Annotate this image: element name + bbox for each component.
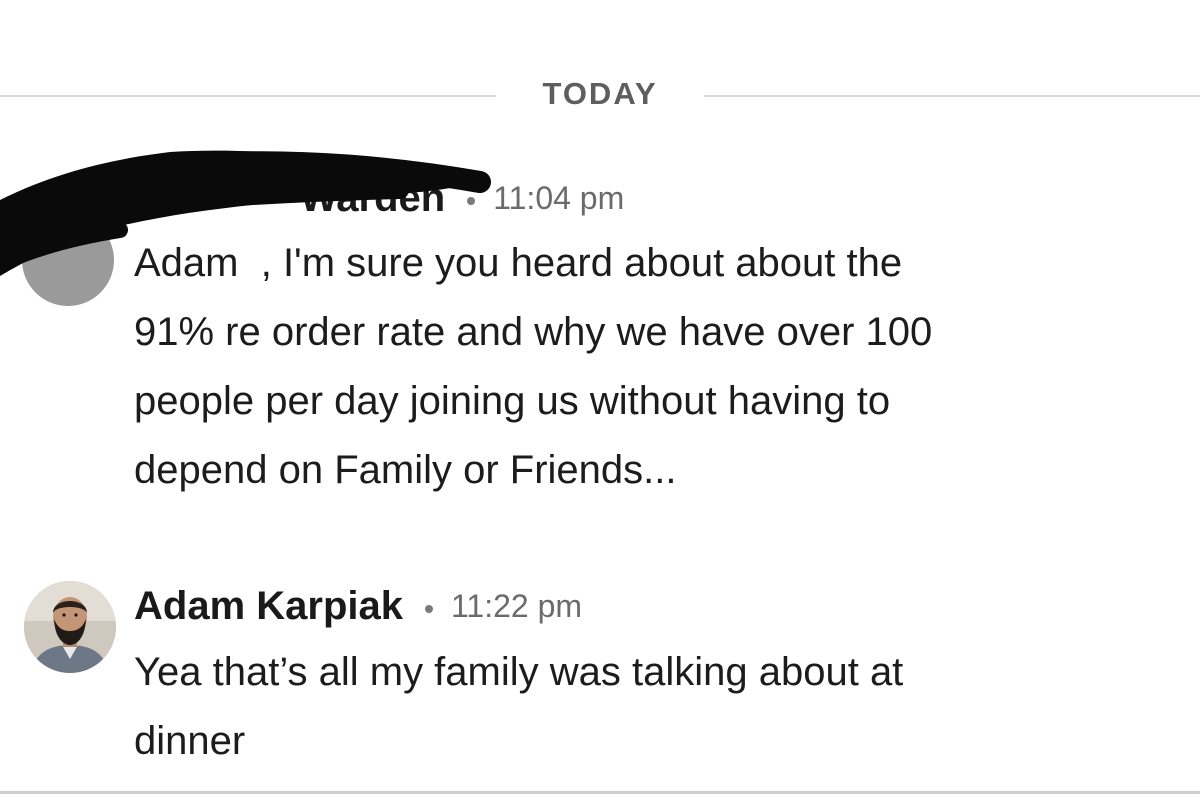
divider-line-left: [0, 95, 496, 97]
message-2-header: Adam Karpiak 11:22 pm: [134, 584, 582, 629]
message-1-line-2: 91% re order rate and why we have over 1…: [134, 310, 933, 354]
message-2-line-1: Yea that’s all my family was talking abo…: [134, 650, 904, 694]
message-2-timestamp: 11:22 pm: [450, 588, 583, 624]
message-1-timestamp: 11:04 pm: [493, 180, 625, 216]
user-avatar-photo: [24, 581, 116, 673]
message-2-line-2: dinner: [134, 719, 246, 763]
message-1-line-1: Adam , I'm sure you heard about about th…: [134, 241, 903, 285]
message-1-line-3: people per day joining us without having…: [134, 379, 891, 423]
message-2-sender-name[interactable]: Adam Karpiak: [134, 584, 403, 629]
bottom-divider: [0, 791, 1200, 794]
date-divider-label: TODAY: [542, 76, 658, 111]
divider-line-right: [704, 95, 1200, 97]
message-1-body: Adam , I'm sure you heard about about th…: [134, 229, 932, 505]
date-divider: TODAY: [0, 72, 1200, 118]
message-1-line-4: depend on Family or Friends...: [134, 448, 677, 492]
message-2-avatar[interactable]: [24, 581, 116, 673]
message-2-body: Yea that’s all my family was talking abo…: [134, 638, 903, 776]
bullet-dot-icon: [424, 604, 433, 613]
